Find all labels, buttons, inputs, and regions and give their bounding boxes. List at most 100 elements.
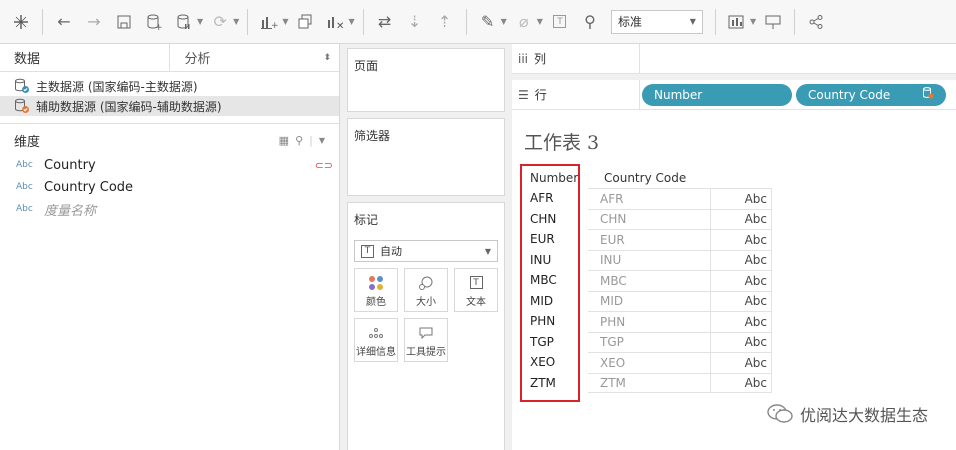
table-row[interactable]: XEO XEO Abc bbox=[526, 352, 772, 373]
cell-country-code[interactable]: ZTM bbox=[588, 372, 710, 393]
refresh-dropdown-caret-icon[interactable]: ▼ bbox=[233, 17, 239, 26]
show-labels-icon[interactable]: T bbox=[547, 8, 573, 36]
cell-value[interactable]: Abc bbox=[710, 270, 772, 291]
table-row[interactable]: EUR EUR Abc bbox=[526, 229, 772, 250]
field-measure-names[interactable]: Abc 度量名称 bbox=[0, 198, 339, 220]
cell-country-code[interactable]: CHN bbox=[588, 208, 710, 229]
cell-number[interactable]: CHN bbox=[526, 209, 588, 230]
cell-value[interactable]: Abc bbox=[710, 311, 772, 332]
rows-shelf-label: ☰ 行 bbox=[512, 80, 640, 109]
table-row[interactable]: PHN PHN Abc bbox=[526, 311, 772, 332]
cell-country-code[interactable]: XEO bbox=[588, 352, 710, 373]
color-button[interactable]: 颜色 bbox=[354, 268, 398, 312]
chevron-down-icon[interactable]: ▼ bbox=[319, 136, 325, 145]
field-country-code[interactable]: Abc Country Code bbox=[0, 176, 339, 198]
table-row[interactable]: TGP TGP Abc bbox=[526, 331, 772, 353]
cell-value[interactable]: Abc bbox=[710, 208, 772, 229]
show-cards-caret-icon[interactable]: ▼ bbox=[750, 17, 756, 26]
cell-country-code[interactable]: MBC bbox=[588, 270, 710, 291]
row-pill-number[interactable]: Number bbox=[642, 83, 792, 106]
cell-number[interactable]: PHN bbox=[526, 311, 588, 332]
cell-country-code[interactable]: EUR bbox=[588, 229, 710, 250]
cell-number[interactable]: EUR bbox=[526, 229, 588, 250]
tab-analysis[interactable]: 分析 ⬍ bbox=[169, 44, 339, 71]
pause-datasource-icon[interactable] bbox=[171, 8, 197, 36]
clear-sheet-caret-icon[interactable]: ▼ bbox=[348, 17, 354, 26]
duplicate-sheet-icon[interactable] bbox=[292, 8, 318, 36]
field-country[interactable]: Abc Country ⊂⊃ bbox=[0, 154, 339, 176]
new-worksheet-icon[interactable]: + bbox=[256, 8, 282, 36]
marks-card: 标记 T 自动 ▼ 颜色 大小 T 文本 详细信息 工具提示 bbox=[347, 202, 505, 450]
pages-card[interactable]: 页面 bbox=[347, 48, 505, 112]
table-row[interactable]: ZTM ZTM Abc bbox=[526, 372, 772, 394]
row-pill-country-code[interactable]: Country Code bbox=[796, 83, 946, 106]
cell-value[interactable]: Abc bbox=[710, 229, 772, 250]
sort-arrows-icon[interactable]: ⬍ bbox=[323, 53, 331, 63]
cell-value[interactable]: Abc bbox=[710, 352, 772, 373]
cell-value[interactable]: Abc bbox=[710, 249, 772, 270]
clear-sheet-icon[interactable]: ✕ bbox=[322, 8, 348, 36]
new-worksheet-caret-icon[interactable]: ▼ bbox=[282, 17, 288, 26]
table-row[interactable]: INU INU Abc bbox=[526, 249, 772, 271]
cell-number[interactable]: MBC bbox=[526, 270, 588, 291]
highlight-caret-icon[interactable]: ▼ bbox=[501, 17, 507, 26]
tableau-logo-icon[interactable] bbox=[8, 8, 34, 36]
marks-type-select[interactable]: T 自动 ▼ bbox=[354, 240, 498, 262]
table-row[interactable]: MID MID Abc bbox=[526, 290, 772, 312]
refresh-icon[interactable]: ⟳ bbox=[207, 8, 233, 36]
view-toggle-icon[interactable]: ▦ bbox=[279, 134, 289, 147]
table-row[interactable]: AFR AFR Abc bbox=[526, 188, 772, 209]
swap-rows-columns-icon[interactable]: ⇄ bbox=[372, 8, 398, 36]
table-row[interactable]: MBC MBC Abc bbox=[526, 270, 772, 291]
sort-ascending-icon[interactable]: ⇣ bbox=[402, 8, 428, 36]
cell-country-code[interactable]: PHN bbox=[588, 311, 710, 332]
cell-country-code[interactable]: TGP bbox=[588, 331, 710, 352]
cell-value[interactable]: Abc bbox=[710, 188, 772, 209]
fix-axes-icon[interactable]: ⚲ bbox=[577, 8, 603, 36]
cell-number[interactable]: INU bbox=[526, 250, 588, 271]
cell-value[interactable]: Abc bbox=[710, 290, 772, 311]
rows-drop-zone[interactable]: Number Country Code bbox=[640, 80, 956, 109]
new-datasource-icon[interactable]: + bbox=[141, 8, 167, 36]
text-button[interactable]: T 文本 bbox=[454, 268, 498, 312]
table-row[interactable]: CHN CHN Abc bbox=[526, 208, 772, 230]
cell-number[interactable]: ZTM bbox=[526, 373, 588, 394]
cell-country-code[interactable]: MID bbox=[588, 290, 710, 311]
detail-button[interactable]: 详细信息 bbox=[354, 318, 398, 362]
text-icon: T bbox=[469, 273, 483, 293]
cell-number[interactable]: TGP bbox=[526, 332, 588, 353]
datasource-secondary[interactable]: 辅助数据源 (国家编码-辅助数据源) bbox=[0, 96, 339, 116]
fit-select[interactable]: 标准 ▼ bbox=[610, 9, 703, 34]
group-icon[interactable]: ⌀ bbox=[511, 8, 537, 36]
tooltip-label: 工具提示 bbox=[406, 346, 446, 358]
size-button[interactable]: 大小 bbox=[404, 268, 448, 312]
link-icon[interactable]: ⊂⊃ bbox=[315, 159, 333, 172]
columns-drop-zone[interactable] bbox=[640, 44, 956, 73]
tab-data[interactable]: 数据 bbox=[0, 44, 169, 71]
cell-number[interactable]: AFR bbox=[526, 188, 588, 209]
cell-country-code[interactable]: AFR bbox=[588, 188, 710, 209]
cell-country-code[interactable]: INU bbox=[588, 249, 710, 270]
redo-icon[interactable]: → bbox=[81, 8, 107, 36]
cell-number[interactable]: MID bbox=[526, 291, 588, 312]
share-icon[interactable] bbox=[803, 8, 829, 36]
header-number[interactable]: Number bbox=[526, 171, 588, 185]
highlight-icon[interactable]: ✎ bbox=[475, 8, 501, 36]
filters-card[interactable]: 筛选器 bbox=[347, 118, 505, 196]
tooltip-button[interactable]: 工具提示 bbox=[404, 318, 448, 362]
search-icon[interactable]: ⚲ bbox=[295, 134, 303, 147]
cell-value[interactable]: Abc bbox=[710, 372, 772, 393]
cell-value[interactable]: Abc bbox=[710, 331, 772, 352]
pause-dropdown-caret-icon[interactable]: ▼ bbox=[197, 17, 203, 26]
sort-descending-icon[interactable]: ⇡ bbox=[432, 8, 458, 36]
view-pane: iii 列 ☰ 行 Number Country Code 工作表 3 Numb… bbox=[512, 44, 956, 450]
undo-icon[interactable]: ← bbox=[51, 8, 77, 36]
show-cards-icon[interactable] bbox=[724, 8, 750, 36]
save-icon[interactable] bbox=[111, 8, 137, 36]
presentation-mode-icon[interactable] bbox=[760, 8, 786, 36]
size-label: 大小 bbox=[416, 296, 436, 308]
header-country-code[interactable]: Country Code bbox=[588, 171, 710, 185]
datasource-primary[interactable]: 主数据源 (国家编码-主数据源) bbox=[0, 76, 339, 96]
group-caret-icon[interactable]: ▼ bbox=[537, 17, 543, 26]
cell-number[interactable]: XEO bbox=[526, 352, 588, 373]
